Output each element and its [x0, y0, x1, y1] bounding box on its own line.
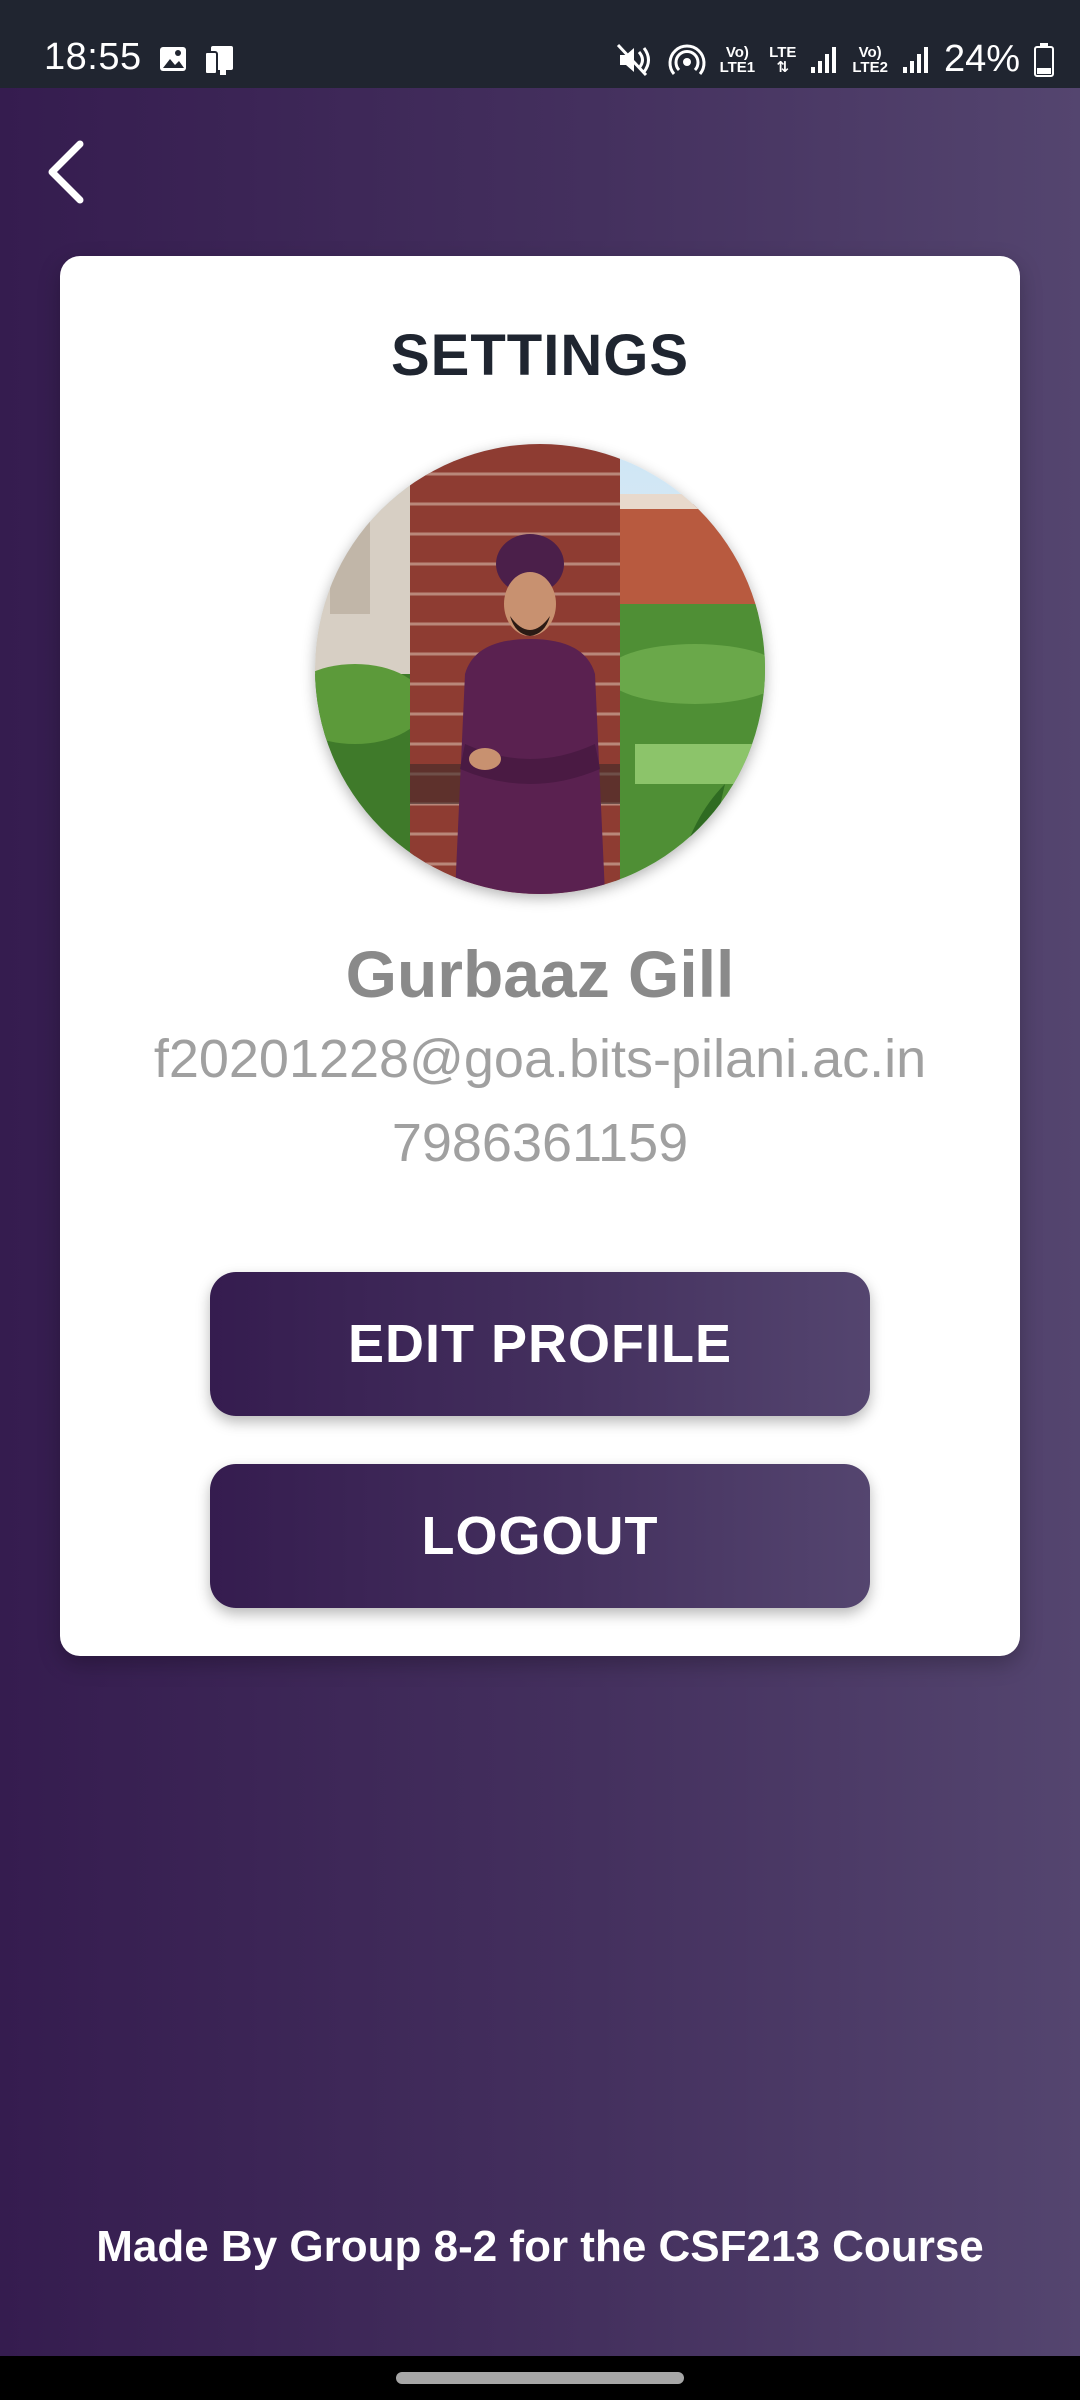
home-indicator[interactable] [396, 2372, 684, 2384]
navigation-bar [0, 2356, 1080, 2400]
edit-profile-button[interactable]: EDIT PROFILE [210, 1272, 870, 1416]
status-system-icons: Vo) LTE1 LTE ⇅ Vo) LTE2 24% [616, 38, 1054, 81]
status-notification-icons [158, 44, 238, 76]
settings-card: SETTINGS Gurbaaz Gill f20201228@goa.bits… [60, 256, 1020, 1656]
profile-photo [315, 444, 765, 894]
footer-credit: Made By Group 8-2 for the CSF213 Course [96, 2222, 984, 2271]
signal-icon [902, 46, 928, 73]
user-phone: 7986361159 [391, 1113, 689, 1173]
sim2-network-label: Vo) LTE2 [852, 43, 888, 76]
user-name: Gurbaaz Gill [345, 937, 735, 1011]
device-icon [204, 46, 233, 75]
chevron-left-icon [48, 140, 84, 204]
hotspot-icon [668, 44, 706, 75]
settings-screen: 18:55 Vo) LTE1 LTE ⇅ Vo) LTE2 24% SETTIN… [0, 0, 1080, 2400]
user-email: f20201228@goa.bits-pilani.ac.in [153, 1029, 927, 1089]
signal-icon [811, 46, 837, 73]
page-title: SETTINGS [390, 323, 690, 388]
sim1-network-label: Vo) LTE1 [719, 43, 756, 76]
data-network-label: LTE ⇅ [769, 43, 797, 76]
battery-icon [1034, 42, 1054, 77]
battery-percent: 24% [943, 38, 1020, 80]
mute-icon [616, 43, 650, 76]
avatar [315, 444, 765, 894]
gallery-icon [160, 47, 186, 71]
logout-button[interactable]: LOGOUT [210, 1464, 870, 1608]
status-time: 18:55 [44, 36, 142, 78]
back-button[interactable] [40, 136, 96, 208]
status-bar: 18:55 Vo) LTE1 LTE ⇅ Vo) LTE2 24% [0, 0, 1080, 88]
